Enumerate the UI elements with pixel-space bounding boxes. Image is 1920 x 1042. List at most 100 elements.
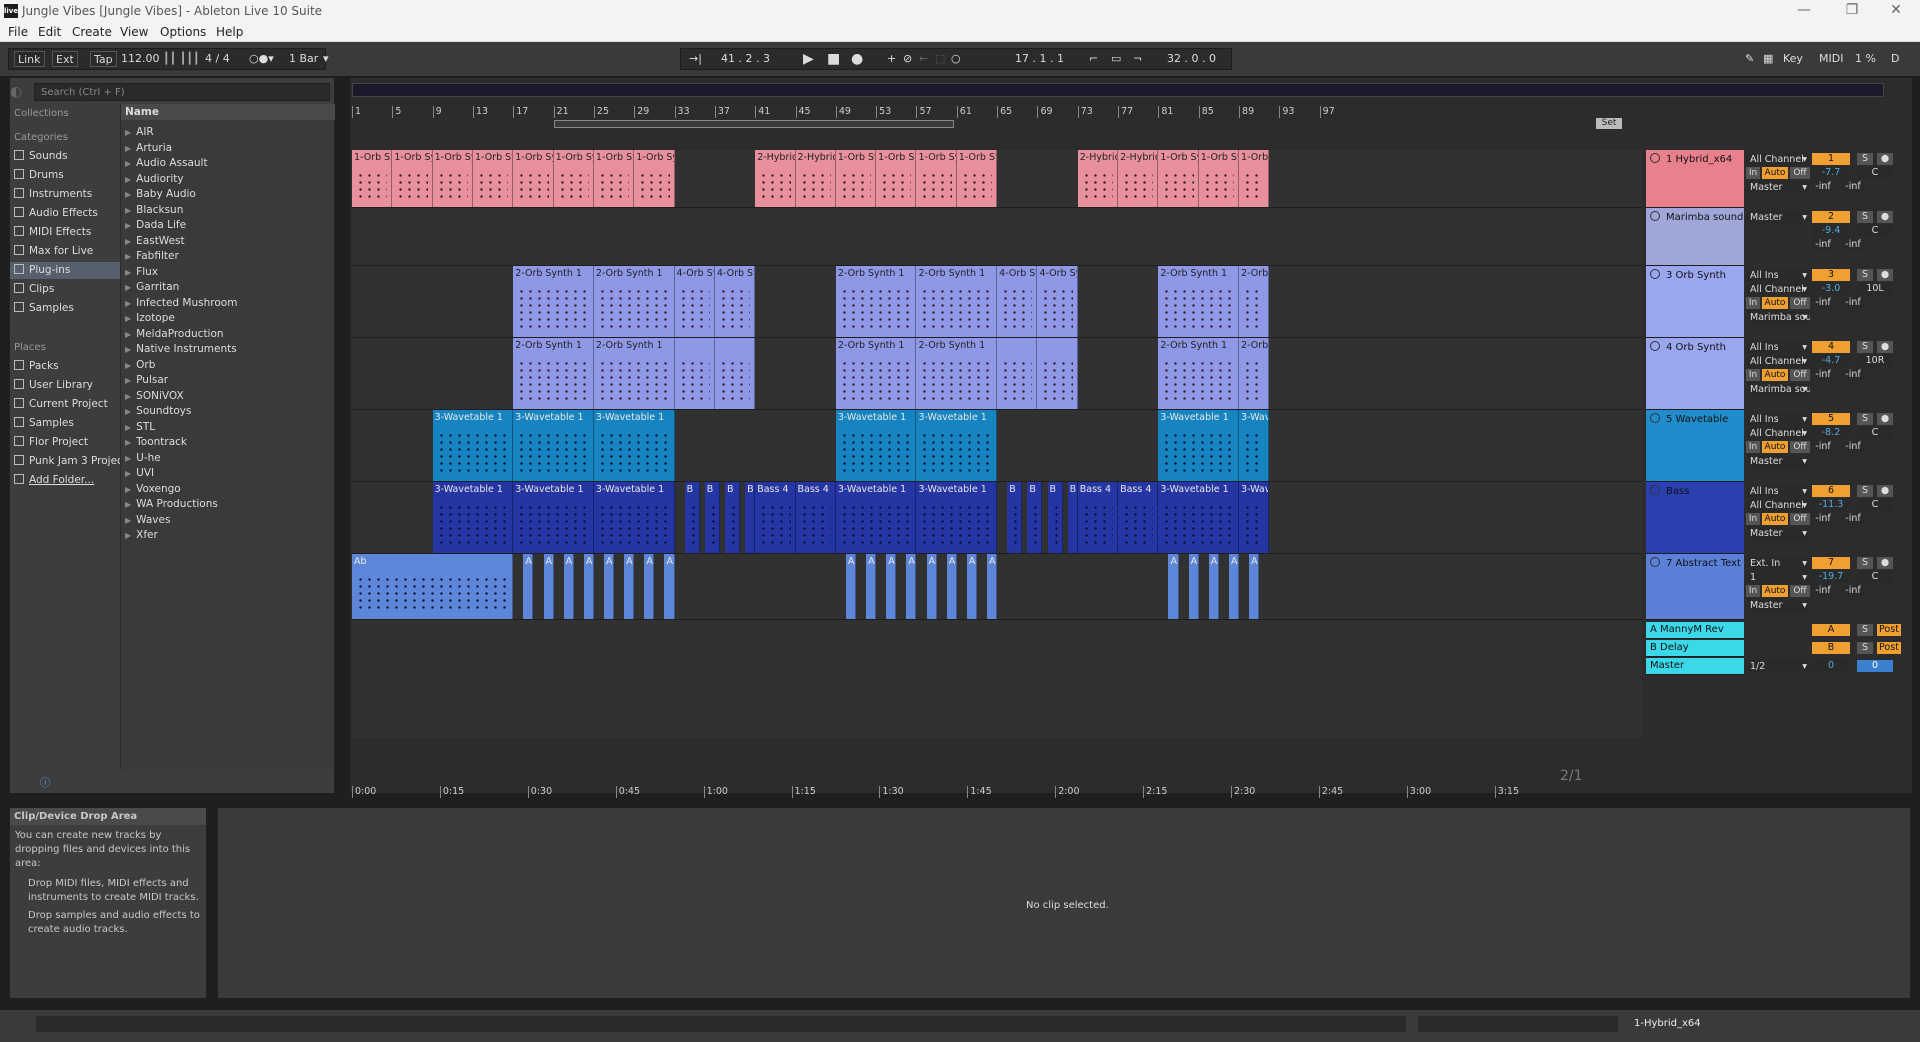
- record-icon[interactable]: ●: [848, 51, 866, 67]
- monitor-off-button[interactable]: Off: [1790, 297, 1810, 309]
- arm-button[interactable]: ●: [1877, 269, 1893, 281]
- arrangement-clip[interactable]: 1-Orb Synt: [1198, 150, 1240, 207]
- arrangement-clip[interactable]: 1-Orb S: [1239, 150, 1270, 207]
- arrangement-clip[interactable]: Ab: [926, 554, 937, 619]
- pan-field[interactable]: C: [1857, 167, 1893, 179]
- arrangement-clip[interactable]: Bass 4: [1077, 482, 1119, 553]
- arrangement-clip[interactable]: 1-Orb Synt: [553, 150, 594, 207]
- loop-start-field[interactable]: 17 . 1 . 1: [1012, 51, 1067, 67]
- arrangement-clip[interactable]: 4-Orb Synt: [997, 266, 1038, 337]
- browser-list-item[interactable]: ▶ Pulsar: [125, 374, 168, 386]
- arrangement-clip[interactable]: 3-Wavetable 1: [916, 410, 998, 481]
- monitor-auto-button[interactable]: Auto: [1762, 369, 1788, 381]
- browser-list-item[interactable]: ▶ Arturia: [125, 142, 172, 154]
- browser-list-item[interactable]: ▶ Waves: [125, 514, 170, 526]
- monitor-off-button[interactable]: Off: [1790, 513, 1810, 525]
- browser-list-item[interactable]: ▶ Fabfilter: [125, 250, 179, 262]
- solo-button[interactable]: S: [1857, 341, 1873, 353]
- solo-button[interactable]: S: [1857, 485, 1873, 497]
- track-header[interactable]: 5 Wavetable: [1646, 410, 1744, 482]
- monitor-off-button[interactable]: Off: [1790, 369, 1810, 381]
- arm-button[interactable]: ●: [1877, 485, 1893, 497]
- sidebar-item-audio-effects[interactable]: Audio Effects: [14, 207, 98, 219]
- arrangement-clip[interactable]: [997, 338, 1038, 409]
- tap-tempo-button[interactable]: Tap: [90, 51, 117, 67]
- browser-list-item[interactable]: ▶ Toontrack: [125, 436, 187, 448]
- browser-list-item[interactable]: ▶ EastWest: [125, 235, 185, 247]
- track-activator-button[interactable]: 6: [1812, 485, 1850, 497]
- input-type-select[interactable]: All Channel: [1746, 153, 1810, 166]
- quantize-chevron-icon[interactable]: ▾: [320, 51, 332, 67]
- arrangement-clip[interactable]: 2-Hybrid_: [755, 150, 796, 207]
- chevron-right-icon[interactable]: ▶: [125, 283, 131, 292]
- arrangement-clip[interactable]: Ab: [644, 554, 655, 619]
- place-samples[interactable]: Samples: [14, 417, 74, 429]
- track-lane[interactable]: Ab Ab Ab Ab Ab Ab Ab Ab Ab Ab Ab Ab Ab Ab Ab Ab Ab Ab Ab Ab…: [352, 554, 1642, 620]
- browser-list-item[interactable]: ▶ Garritan: [125, 281, 179, 293]
- arm-button[interactable]: ●: [1877, 153, 1893, 165]
- draw-mode-icon[interactable]: ✎: [1742, 51, 1757, 67]
- overdub-icon[interactable]: +: [884, 51, 899, 67]
- chevron-right-icon[interactable]: ▶: [125, 221, 131, 230]
- arrangement-clip[interactable]: 2-Orb S: [1239, 266, 1270, 337]
- arrangement-clip[interactable]: 1-Orb Synt: [472, 150, 514, 207]
- monitor-off-button[interactable]: Off: [1790, 585, 1810, 597]
- track-activator-button[interactable]: 1: [1812, 153, 1850, 165]
- arrangement-clip[interactable]: 1-Orb Synt: [352, 150, 393, 207]
- input-channel-select[interactable]: All Channel: [1746, 355, 1810, 368]
- arrangement-clip[interactable]: Bass 4: [755, 482, 796, 553]
- arrangement-clip[interactable]: 1-Orb Synt: [916, 150, 957, 207]
- arrangement-clip[interactable]: Ab: [1208, 554, 1219, 619]
- arrangement-clip[interactable]: 2-Orb Synth 1: [513, 266, 594, 337]
- arrangement-clip[interactable]: 1-Orb Synt: [593, 150, 635, 207]
- arrangement-clip[interactable]: Ab: [946, 554, 957, 619]
- monitor-auto-button[interactable]: Auto: [1762, 297, 1788, 309]
- monitor-in-button[interactable]: In: [1746, 585, 1760, 597]
- fold-icon[interactable]: [1650, 413, 1660, 423]
- track-header[interactable]: 4 Orb Synth: [1646, 338, 1744, 410]
- track-header[interactable]: 1 Hybrid_x64: [1646, 150, 1744, 208]
- arrangement-clip[interactable]: 2-Orb Synth 1: [1158, 266, 1240, 337]
- play-icon[interactable]: ▶: [800, 51, 817, 67]
- arrangement-clip[interactable]: B: [1047, 482, 1063, 553]
- menu-view[interactable]: View: [120, 25, 148, 39]
- track-header[interactable]: 3 Orb Synth: [1646, 266, 1744, 338]
- browser-list-item[interactable]: ▶ Audiority: [125, 173, 184, 185]
- arrangement-position-field[interactable]: 41 . 2 . 3: [718, 51, 773, 67]
- post-button[interactable]: Post: [1877, 624, 1901, 636]
- set-locator-button[interactable]: Set: [1596, 118, 1622, 129]
- browser-list-item[interactable]: ▶ Baby Audio: [125, 188, 196, 200]
- browser-list-item[interactable]: ▶ Orb: [125, 359, 155, 371]
- pan-field[interactable]: 10R: [1857, 355, 1893, 367]
- arrangement-clip[interactable]: 1-Orb Synt: [956, 150, 998, 207]
- punch-in-icon[interactable]: ⌐: [1086, 51, 1101, 67]
- monitor-in-button[interactable]: In: [1746, 167, 1760, 179]
- solo-button[interactable]: S: [1857, 211, 1873, 223]
- arrangement-clip[interactable]: Ab: [987, 554, 998, 619]
- chevron-right-icon[interactable]: ▶: [125, 407, 131, 416]
- arrangement-clip[interactable]: 2-Hybrid_: [1077, 150, 1119, 207]
- volume-field[interactable]: -8.2: [1812, 427, 1850, 439]
- pan-field[interactable]: 10L: [1857, 283, 1893, 295]
- chevron-right-icon[interactable]: ▶: [125, 252, 131, 261]
- monitor-off-button[interactable]: Off: [1790, 441, 1810, 453]
- arrangement-clip[interactable]: Ab: [1249, 554, 1260, 619]
- arrangement-clip[interactable]: 3-Wavetable 1: [835, 482, 917, 553]
- ext-sync-button[interactable]: Ext: [52, 51, 78, 67]
- arrangement-clip[interactable]: 3-Wavetable 1: [432, 410, 514, 481]
- arrangement-clip[interactable]: 3-Wavetable 1: [593, 482, 675, 553]
- arrangement-clip[interactable]: 3-Wavetable 1: [916, 482, 998, 553]
- arm-button[interactable]: ●: [1877, 211, 1893, 223]
- place-flor-project[interactable]: Flor Project: [14, 436, 88, 448]
- browser-info-icon[interactable]: ⓘ: [40, 775, 51, 790]
- track-header[interactable]: 7 Abstract Text: [1646, 554, 1744, 620]
- arrangement-clip[interactable]: 1-Orb Synt: [634, 150, 675, 207]
- arrangement-clip[interactable]: 3-Wavetable 1: [1158, 410, 1240, 481]
- solo-button[interactable]: S: [1857, 557, 1873, 569]
- sidebar-item-max-for-live[interactable]: Max for Live: [14, 245, 93, 257]
- return-track-header[interactable]: A MannyM Rev: [1646, 622, 1744, 639]
- chevron-right-icon[interactable]: ▶: [125, 516, 131, 525]
- solo-button[interactable]: S: [1857, 269, 1873, 281]
- arrangement-clip[interactable]: Ab: [352, 554, 514, 619]
- add-folder-link[interactable]: Add Folder...: [14, 474, 94, 486]
